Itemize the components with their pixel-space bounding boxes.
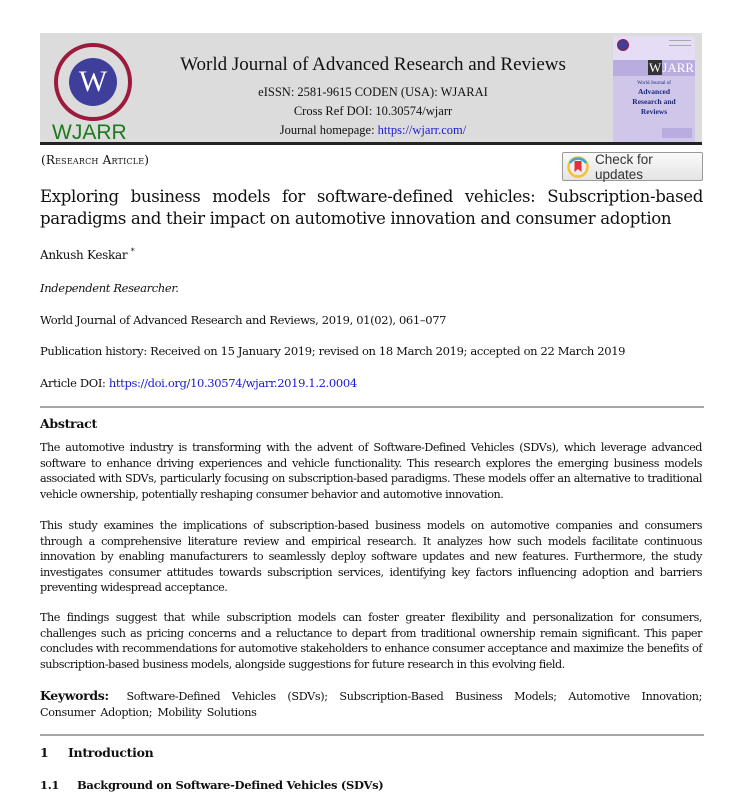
corresponding-author-mark: *	[130, 247, 135, 256]
divider	[40, 406, 704, 408]
cover-subtitle-small: World Journal of	[637, 81, 671, 86]
journal-header: W WJARR World Journal of Advanced Resear…	[40, 33, 702, 145]
cover-subtitle-line: Advanced	[637, 87, 671, 96]
subsection-title: Background on Software-Defined Vehicles …	[77, 778, 384, 792]
logo-ring-icon: W	[54, 43, 132, 121]
subsection-number: 1.1	[40, 778, 60, 792]
cover-issn-block	[669, 40, 691, 46]
keywords-text: Software-Defined Vehicles (SDVs); Subscr…	[40, 690, 702, 719]
homepage-link[interactable]: https://wjarr.com/	[378, 123, 467, 137]
keywords-label: Keywords:	[40, 688, 109, 703]
section-title: Introduction	[68, 745, 154, 760]
article-type-label: (Research Article)	[41, 153, 150, 167]
keywords: Keywords: Software-Defined Vehicles (SDV…	[40, 688, 702, 720]
homepage-line: Journal homepage: https://wjarr.com/	[168, 121, 578, 140]
journal-logo: W WJARR	[52, 39, 134, 144]
divider	[40, 734, 704, 736]
publication-history: Publication history: Received on 15 Janu…	[40, 344, 626, 358]
section-heading: 1 Introduction	[40, 745, 154, 760]
affiliation: Independent Researcher.	[40, 281, 179, 295]
homepage-label: Journal homepage:	[279, 123, 378, 137]
journal-cover-thumbnail: WJARR World Journal of Advanced Research…	[613, 36, 695, 142]
journal-title: World Journal of Advanced Research and R…	[180, 54, 566, 75]
cover-logo-icon	[617, 39, 629, 51]
check-for-updates-button[interactable]: Check for updates	[562, 151, 703, 182]
logo-text: WJARR	[52, 121, 127, 144]
crossref-line: Cross Ref DOI: 10.30574/wjarr	[293, 104, 453, 118]
abstract-paragraph: This study examines the implications of …	[40, 519, 702, 594]
cover-brand: WJARR	[648, 60, 695, 75]
article-doi: Article DOI: https://doi.org/10.30574/wj…	[40, 376, 357, 390]
crossmark-icon	[567, 155, 589, 178]
cover-subtitle-line: Reviews	[640, 107, 668, 116]
author-name: Ankush Keskar	[40, 248, 128, 262]
section-number: 1	[40, 745, 49, 760]
cover-subtitle-line: Research and	[632, 97, 676, 106]
cover-subtitle: World Journal of Advanced Research and R…	[617, 80, 691, 117]
check-for-updates-label: Check for updates	[595, 151, 653, 182]
journal-info: World Journal of Advanced Research and R…	[168, 53, 578, 140]
subsection-heading: 1.1 Background on Software-Defined Vehicl…	[40, 778, 384, 792]
abstract-paragraph: The automotive industry is transforming …	[40, 441, 702, 501]
doi-link[interactable]: https://doi.org/10.30574/wjarr.2019.1.2.…	[109, 376, 357, 390]
eissn-line: eISSN: 2581-9615 CODEN (USA): WJARAI	[258, 85, 488, 99]
paper-title: Exploring business models for software-d…	[40, 187, 703, 228]
abstract-heading: Abstract	[40, 416, 97, 431]
author: Ankush Keskar *	[40, 247, 135, 262]
logo-letter: W	[69, 58, 117, 106]
citation: World Journal of Advanced Research and R…	[40, 313, 447, 327]
abstract-paragraph: The findings suggest that while subscrip…	[40, 611, 702, 671]
doi-label: Article DOI:	[40, 376, 109, 390]
cover-footer-block	[662, 128, 692, 138]
cover-brand-rest: JARR	[662, 60, 695, 75]
